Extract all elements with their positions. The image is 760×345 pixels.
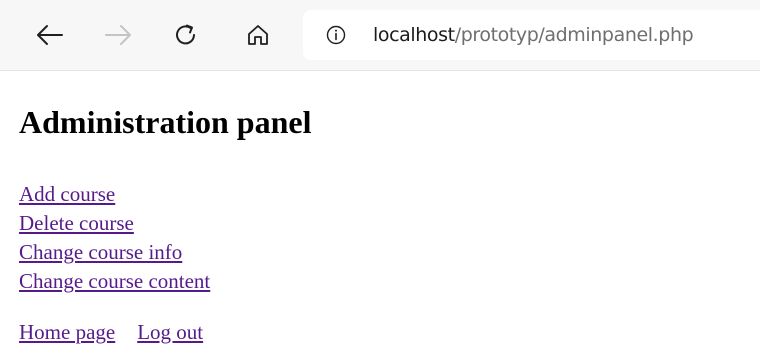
back-button[interactable] xyxy=(35,20,65,50)
admin-menu: Add course Delete course Change course i… xyxy=(19,180,210,296)
log-out-link[interactable]: Log out xyxy=(137,320,203,344)
reload-button[interactable] xyxy=(171,20,201,50)
home-icon xyxy=(248,25,268,45)
address-bar[interactable]: localhost/prototyp/adminpanel.php xyxy=(303,10,760,60)
page-title: Administration panel xyxy=(19,104,312,140)
info-icon[interactable] xyxy=(326,25,346,45)
arrow-right-icon xyxy=(105,25,131,45)
delete-course-link[interactable]: Delete course xyxy=(19,209,210,238)
url-path: /prototyp/adminpanel.php xyxy=(454,24,694,46)
page-header: Administration panel xyxy=(19,102,311,142)
arrow-left-icon xyxy=(37,25,63,45)
url-text[interactable]: localhost/prototyp/adminpanel.php xyxy=(373,24,694,46)
forward-button[interactable] xyxy=(103,20,133,50)
browser-toolbar: localhost/prototyp/adminpanel.php xyxy=(0,0,760,71)
change-course-content-link[interactable]: Change course content xyxy=(19,267,210,296)
footer-links: Home page Log out xyxy=(19,318,225,345)
change-course-info-link[interactable]: Change course info xyxy=(19,238,210,267)
url-host: localhost xyxy=(373,24,455,46)
home-page-link[interactable]: Home page xyxy=(19,320,115,344)
reload-icon xyxy=(176,24,195,45)
add-course-link[interactable]: Add course xyxy=(19,180,210,209)
home-button[interactable] xyxy=(243,20,273,50)
